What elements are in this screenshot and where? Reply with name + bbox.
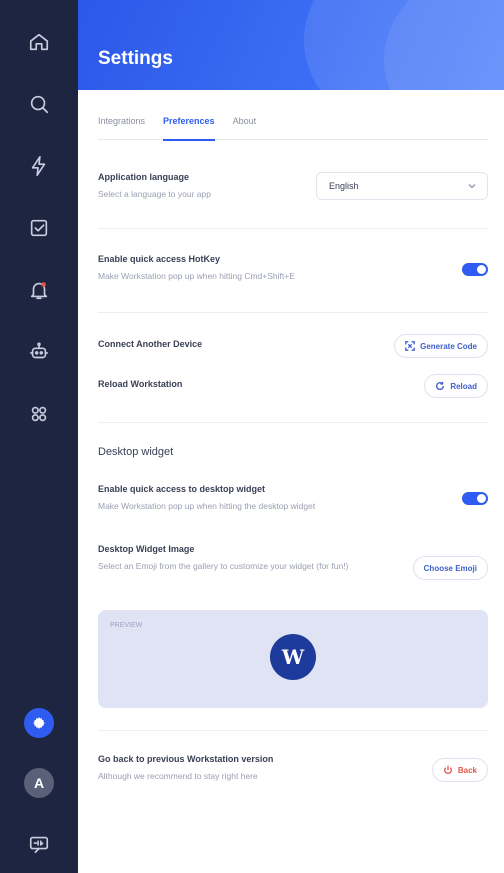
widget-image-description: Select an Emoji from the gallery to cust… xyxy=(98,561,349,571)
widget-preview: PREVIEW W xyxy=(98,610,488,708)
generate-code-button[interactable]: Generate Code xyxy=(394,334,488,358)
section-title: Desktop widget xyxy=(98,446,174,458)
gear-icon xyxy=(33,717,45,729)
hotkey-toggle[interactable] xyxy=(462,263,488,276)
generate-code-label: Generate Code xyxy=(420,341,477,351)
checkbox-icon[interactable] xyxy=(0,210,78,246)
settings-panel: Settings Integrations Preferences About … xyxy=(78,0,504,873)
home-icon[interactable] xyxy=(0,24,78,60)
reload-setting: Reload Workstation Reload xyxy=(98,374,488,398)
divider xyxy=(98,422,488,423)
page-title: Settings xyxy=(98,48,173,69)
toggle-knob xyxy=(477,265,486,274)
hotkey-setting: Enable quick access HotKey Make Workstat… xyxy=(98,254,488,288)
divider xyxy=(98,730,488,731)
bell-notification-icon[interactable] xyxy=(0,272,78,308)
choose-emoji-label: Choose Emoji xyxy=(423,563,477,573)
desktop-widget-toggle[interactable] xyxy=(462,492,488,505)
reload-button[interactable]: Reload xyxy=(424,374,488,398)
apps-grid-icon[interactable] xyxy=(0,396,78,432)
settings-gear-button[interactable] xyxy=(24,708,54,738)
divider xyxy=(98,312,488,313)
back-button-label: Back xyxy=(457,765,477,775)
connect-device-setting: Connect Another Device Generate Code xyxy=(98,334,488,358)
previous-version-label: Go back to previous Workstation version xyxy=(98,754,274,764)
divider xyxy=(98,228,488,229)
header-decoration xyxy=(384,0,504,90)
power-icon xyxy=(443,765,452,774)
desktop-widget-toggle-label: Enable quick access to desktop widget xyxy=(98,484,266,494)
choose-emoji-button[interactable]: Choose Emoji xyxy=(412,556,488,580)
desktop-widget-section: Desktop widget xyxy=(98,446,488,458)
toggle-knob xyxy=(477,494,486,503)
chevron-down-icon xyxy=(467,181,477,191)
hotkey-label: Enable quick access HotKey xyxy=(98,254,221,264)
avatar[interactable]: A xyxy=(24,768,54,798)
feedback-icon[interactable] xyxy=(0,826,78,862)
language-select-value: English xyxy=(329,181,359,191)
widget-image-label: Desktop Widget Image xyxy=(98,544,195,554)
preview-label: PREVIEW xyxy=(110,622,143,629)
hotkey-description: Make Workstation pop up when hitting Cmd… xyxy=(98,271,295,281)
tab-about[interactable]: About xyxy=(233,112,257,140)
previous-version-description: Although we recommend to stay right here xyxy=(98,771,258,781)
settings-header: Settings xyxy=(78,0,504,90)
workstation-logo: W xyxy=(270,634,316,680)
settings-tabs: Integrations Preferences About xyxy=(98,112,488,141)
tab-preferences[interactable]: Preferences xyxy=(163,112,215,141)
lightning-icon[interactable] xyxy=(0,148,78,184)
desktop-widget-toggle-description: Make Workstation pop up when hitting the… xyxy=(98,501,316,511)
back-button[interactable]: Back xyxy=(431,758,488,782)
widget-image-setting: Desktop Widget Image Select an Emoji fro… xyxy=(98,544,488,594)
reload-button-label: Reload xyxy=(450,381,477,391)
sidebar: A xyxy=(0,0,78,873)
desktop-widget-toggle-setting: Enable quick access to desktop widget Ma… xyxy=(98,484,488,518)
qr-scan-icon xyxy=(405,341,415,351)
language-select[interactable]: English xyxy=(316,172,488,200)
tab-integrations[interactable]: Integrations xyxy=(98,112,145,140)
refresh-icon xyxy=(436,381,445,391)
robot-icon[interactable] xyxy=(0,334,78,370)
language-setting: Application language Select a language t… xyxy=(98,172,488,206)
previous-version-setting: Go back to previous Workstation version … xyxy=(98,754,488,788)
search-icon[interactable] xyxy=(0,86,78,122)
